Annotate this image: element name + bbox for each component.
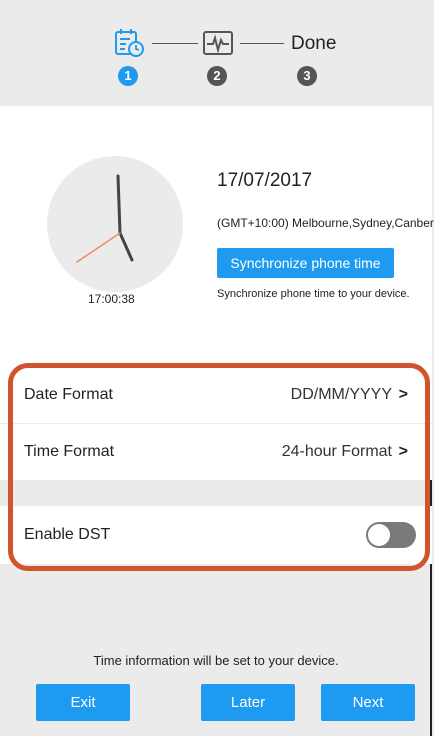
clock-time-text: 17:00:38	[88, 292, 135, 306]
exit-button[interactable]: Exit	[36, 684, 130, 721]
analog-clock	[47, 156, 183, 292]
step-connector	[152, 43, 198, 44]
chevron-right-icon: >	[398, 443, 408, 460]
step-2-badge: 2	[207, 66, 227, 86]
dst-toggle[interactable]	[366, 522, 416, 548]
time-format-value: 24-hour Format	[281, 443, 392, 460]
later-button[interactable]: Later	[201, 684, 295, 721]
time-format-label: Time Format	[24, 443, 115, 460]
app-frame: Done 1 2 3 17:00:38 17/07/2017 (GMT+10:0…	[0, 0, 434, 736]
timezone-text: (GMT+10:00) Melbourne,Sydney,Canberra	[217, 216, 434, 230]
done-label: Done	[291, 33, 337, 54]
time-format-row[interactable]: Time Format 24-hour Format >	[0, 424, 432, 480]
setup-stepper: Done 1 2 3	[0, 0, 432, 106]
synchronize-phone-time-button[interactable]: Synchronize phone time	[217, 248, 394, 278]
sync-description: Synchronize phone time to your device.	[217, 288, 410, 300]
enable-dst-row: Enable DST	[0, 506, 432, 564]
current-date: 17/07/2017	[217, 170, 313, 191]
chevron-right-icon: >	[398, 386, 408, 403]
date-format-label: Date Format	[24, 386, 113, 403]
heart-rate-monitor-icon	[202, 30, 234, 61]
step-1-badge: 1	[118, 66, 138, 86]
enable-dst-label: Enable DST	[24, 526, 111, 543]
date-format-row[interactable]: Date Format DD/MM/YYYY >	[0, 367, 432, 423]
date-format-value: DD/MM/YYYY	[290, 386, 392, 403]
toggle-knob	[368, 524, 390, 546]
time-card: 17:00:38 17/07/2017 (GMT+10:00) Melbourn…	[0, 106, 434, 370]
step-3-badge: 3	[297, 66, 317, 86]
footer-info-text: Time information will be set to your dev…	[93, 653, 339, 668]
step-connector	[240, 43, 284, 44]
next-button[interactable]: Next	[321, 684, 415, 721]
calendar-clock-icon	[112, 26, 146, 65]
